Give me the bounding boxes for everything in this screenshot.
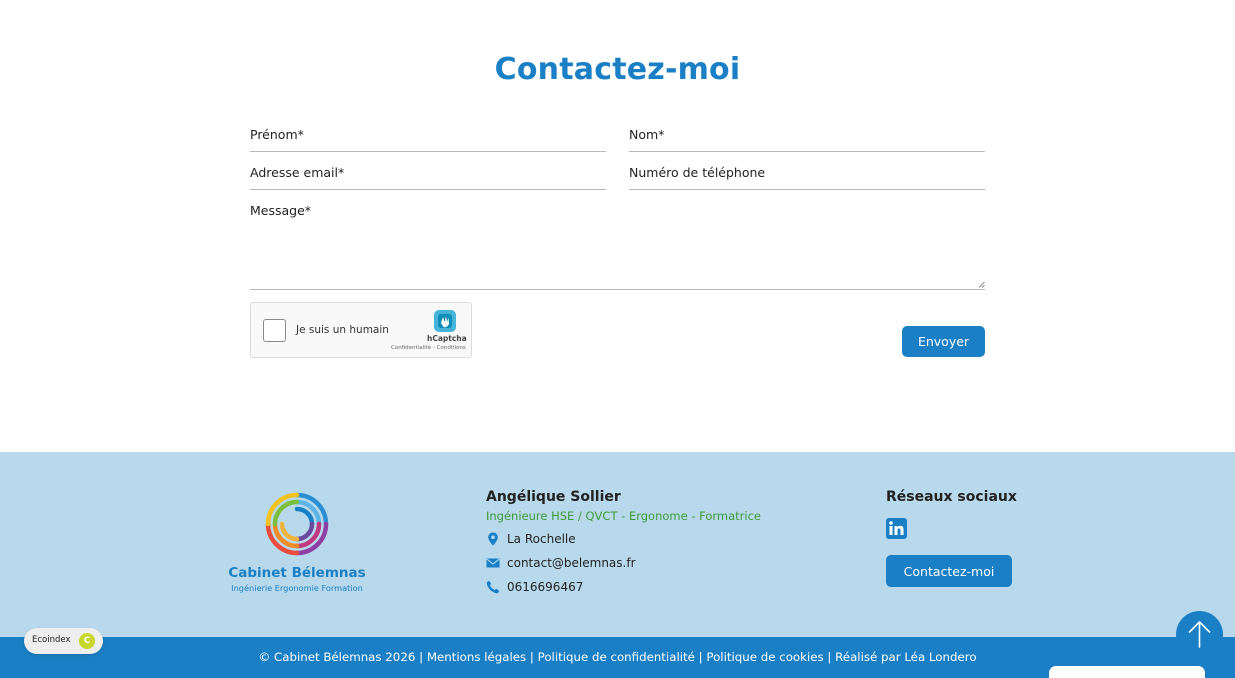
message-textarea[interactable]: Message* bbox=[250, 200, 985, 290]
contact-role: Ingénieure HSE / QVCT - Ergonome - Forma… bbox=[486, 509, 761, 523]
social-title: Réseaux sociaux bbox=[886, 489, 1017, 505]
ecoindex-badge[interactable]: Ecoindex C bbox=[24, 628, 103, 654]
city-text: La Rochelle bbox=[507, 532, 576, 546]
cookies-link[interactable]: Politique de cookies bbox=[706, 650, 823, 664]
arrow-up-icon bbox=[1188, 621, 1211, 648]
logo-name: Cabinet Bélemnas bbox=[228, 565, 366, 581]
separator: | bbox=[415, 650, 427, 664]
footer: Cabinet Bélemnas Ingénierie Ergonomie Fo… bbox=[0, 452, 1235, 637]
scroll-top-button[interactable] bbox=[1176, 611, 1223, 658]
cookie-tab[interactable] bbox=[1049, 666, 1205, 678]
linkedin-icon[interactable] bbox=[886, 518, 907, 539]
bottom-links: © Cabinet Bélemnas 2026 | Mentions légal… bbox=[0, 650, 1235, 664]
city-row: La Rochelle bbox=[486, 530, 576, 548]
prenom-label: Prénom* bbox=[250, 127, 304, 142]
captcha-links[interactable]: Confidentialité - Conditions bbox=[391, 345, 466, 351]
captcha-brand: hCaptcha bbox=[427, 334, 467, 343]
contact-button[interactable]: Contactez-moi bbox=[886, 555, 1012, 587]
prenom-field[interactable]: Prénom* bbox=[250, 124, 606, 152]
page-title: Contactez-moi bbox=[494, 52, 741, 87]
hcaptcha-logo-icon bbox=[434, 310, 456, 332]
page: Contactez-moi Prénom* Nom* Adresse email… bbox=[0, 0, 1235, 678]
mail-icon bbox=[486, 558, 500, 568]
phone-field[interactable]: Numéro de téléphone bbox=[629, 162, 985, 190]
legal-link[interactable]: Mentions légales bbox=[427, 650, 526, 664]
email-label: Adresse email* bbox=[250, 165, 345, 180]
email-field[interactable]: Adresse email* bbox=[250, 162, 606, 190]
phone-text[interactable]: 0616696467 bbox=[507, 580, 583, 594]
phone-row[interactable]: 0616696467 bbox=[486, 578, 583, 596]
copyright: © Cabinet Bélemnas 2026 bbox=[258, 650, 416, 664]
nom-field[interactable]: Nom* bbox=[629, 124, 985, 152]
email-row[interactable]: contact@belemnas.fr bbox=[486, 554, 636, 572]
captcha-checkbox[interactable] bbox=[263, 319, 286, 342]
contact-name: Angélique Sollier bbox=[486, 489, 621, 505]
phone-icon bbox=[486, 580, 500, 594]
separator: | bbox=[694, 650, 707, 664]
phone-label: Numéro de téléphone bbox=[629, 165, 766, 180]
swirl-logo-icon bbox=[265, 492, 329, 556]
separator: | bbox=[526, 650, 538, 664]
map-pin-icon bbox=[488, 532, 498, 546]
nom-label: Nom* bbox=[629, 127, 665, 142]
logo-tagline: Ingénierie Ergonomie Formation bbox=[231, 583, 363, 593]
privacy-link[interactable]: Politique de confidentialité bbox=[538, 650, 695, 664]
hcaptcha-widget: Je suis un humain hCaptcha Confidentiali… bbox=[250, 302, 472, 358]
resize-grip-icon[interactable] bbox=[978, 281, 985, 288]
message-label: Message* bbox=[250, 203, 312, 218]
credit-link[interactable]: Réalisé par Léa Londero bbox=[835, 650, 976, 664]
ecoindex-grade: C bbox=[79, 633, 95, 649]
captcha-label: Je suis un humain bbox=[296, 324, 389, 336]
email-text[interactable]: contact@belemnas.fr bbox=[507, 556, 636, 570]
separator: | bbox=[823, 650, 836, 664]
ecoindex-label: Ecoindex bbox=[32, 635, 71, 645]
send-button[interactable]: Envoyer bbox=[902, 326, 985, 357]
